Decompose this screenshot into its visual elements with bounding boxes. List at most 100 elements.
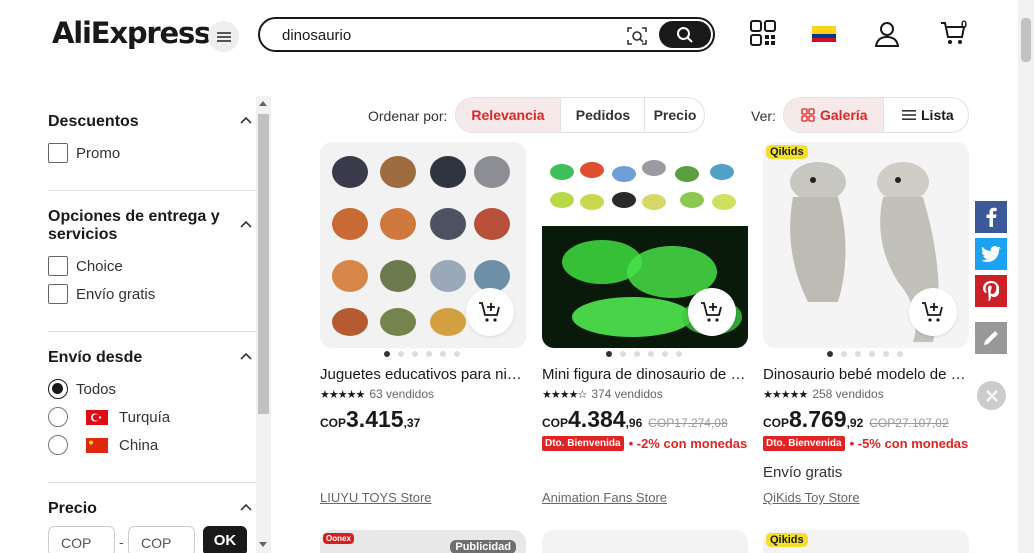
ad-label: Publicidad bbox=[450, 540, 516, 553]
sort-pedidos[interactable]: Pedidos bbox=[561, 98, 645, 132]
filter-option-promo[interactable]: Promo bbox=[48, 143, 120, 163]
filter-sidebar: Descuentos Promo Opciones de entrega y s… bbox=[0, 96, 272, 553]
filter-title-precio: Precio bbox=[48, 500, 97, 517]
header: AliExpress 0 bbox=[0, 0, 1018, 70]
product-price: COP8.769,92 COP27.107,02 bbox=[763, 406, 949, 433]
sidebar-scrollbar-thumb[interactable] bbox=[258, 114, 269, 414]
price-decimal: ,96 bbox=[625, 416, 643, 430]
user-icon[interactable] bbox=[873, 20, 901, 48]
view-lista-label: Lista bbox=[921, 107, 954, 123]
sort-precio[interactable]: Precio bbox=[645, 98, 704, 132]
view-galeria-label: Galería bbox=[820, 107, 868, 123]
price-integer: 4.384 bbox=[568, 406, 626, 432]
checkbox[interactable] bbox=[48, 284, 68, 304]
currency: COP bbox=[542, 416, 569, 430]
radio[interactable] bbox=[48, 435, 68, 455]
product-rating: ★★★★★ 63 vendidos bbox=[320, 387, 434, 401]
star-rating-icon: ★★★★☆ bbox=[542, 388, 587, 401]
facebook-icon bbox=[986, 207, 997, 227]
price-min-input[interactable]: COP bbox=[48, 526, 115, 553]
search-button[interactable] bbox=[659, 21, 711, 48]
add-to-cart-button[interactable] bbox=[466, 288, 514, 336]
view-label: Ver: bbox=[751, 108, 776, 124]
list-icon bbox=[902, 110, 916, 120]
price-decimal: ,92 bbox=[846, 416, 864, 430]
sort-relevancia[interactable]: Relevancia bbox=[456, 98, 560, 132]
pinterest-icon bbox=[983, 281, 999, 301]
product-card-peek[interactable]: Qikids bbox=[763, 530, 969, 553]
add-to-cart-button[interactable] bbox=[688, 288, 736, 336]
option-label: China bbox=[119, 436, 159, 454]
radio-selected[interactable] bbox=[48, 379, 68, 399]
store-badge: Qikids bbox=[766, 533, 808, 547]
close-share-button[interactable] bbox=[977, 381, 1006, 410]
edit-share-button[interactable] bbox=[975, 322, 1007, 354]
filter-option-china[interactable]: China bbox=[48, 435, 158, 455]
store-link[interactable]: Animation Fans Store bbox=[542, 490, 667, 505]
product-card-peek[interactable] bbox=[542, 530, 748, 553]
store-link[interactable]: LIUYU TOYS Store bbox=[320, 490, 432, 505]
checkbox[interactable] bbox=[48, 256, 68, 276]
sidebar-scrollbar[interactable] bbox=[256, 96, 271, 553]
filter-title-envio-desde: Envío desde bbox=[48, 349, 143, 366]
add-cart-icon bbox=[922, 302, 943, 322]
filter-title-entrega: Opciones de entrega y servicios bbox=[48, 208, 220, 243]
store-link[interactable]: QiKids Toy Store bbox=[763, 490, 860, 505]
view-lista[interactable]: Lista bbox=[883, 98, 968, 132]
facebook-share-button[interactable] bbox=[975, 201, 1007, 233]
add-cart-icon bbox=[479, 302, 500, 322]
product-title[interactable]: Dinosaurio bebé modelo de simulación bbox=[763, 366, 969, 383]
price-integer: 3.415 bbox=[346, 406, 404, 432]
option-label: Todos bbox=[76, 380, 117, 398]
product-title[interactable]: Juguetes educativos para niños de dinosa… bbox=[320, 366, 526, 383]
product-card-peek[interactable]: Oonex Publicidad bbox=[320, 530, 526, 553]
option-label: Promo bbox=[76, 144, 121, 162]
qr-code-icon[interactable] bbox=[750, 20, 776, 46]
chevron-up-icon[interactable] bbox=[240, 502, 252, 514]
divider bbox=[48, 190, 256, 191]
original-price: COP17.274,08 bbox=[648, 416, 728, 430]
scroll-up-arrow[interactable] bbox=[259, 101, 267, 106]
twitter-share-button[interactable] bbox=[975, 238, 1007, 270]
page-scrollbar[interactable] bbox=[1018, 0, 1034, 553]
product-title[interactable]: Mini figura de dinosaurio de goma brilla… bbox=[542, 366, 748, 383]
filter-option-choice[interactable]: Choice bbox=[48, 256, 123, 276]
close-icon bbox=[985, 389, 998, 402]
menu-button[interactable] bbox=[208, 21, 239, 52]
filter-option-envio-gratis[interactable]: Envío gratis bbox=[48, 284, 155, 304]
scroll-down-arrow[interactable] bbox=[259, 542, 267, 547]
search-input[interactable] bbox=[282, 25, 602, 45]
filter-option-turquia[interactable]: Turquía bbox=[48, 407, 170, 427]
radio[interactable] bbox=[48, 407, 68, 427]
colombia-flag-icon[interactable] bbox=[812, 26, 836, 42]
chevron-up-icon[interactable] bbox=[240, 219, 252, 231]
welcome-discount-badge: Dto. Bienvenida bbox=[763, 436, 845, 451]
cart-count: 0 bbox=[961, 19, 968, 31]
divider bbox=[48, 331, 256, 332]
filter-option-todos[interactable]: Todos bbox=[48, 379, 116, 399]
filter-title-descuentos: Descuentos bbox=[48, 113, 139, 130]
option-label: Envío gratis bbox=[76, 285, 156, 303]
aliexpress-logo[interactable]: AliExpress bbox=[52, 16, 211, 50]
page-scrollbar-thumb[interactable] bbox=[1021, 18, 1031, 62]
sold-count: 258 vendidos bbox=[812, 387, 884, 401]
view-galeria[interactable]: Galería bbox=[784, 98, 883, 132]
search-icon bbox=[677, 26, 693, 43]
divider bbox=[48, 482, 256, 483]
view-options: Galería Lista bbox=[783, 97, 969, 133]
price-separator: - bbox=[119, 534, 124, 550]
image-carousel-dots bbox=[827, 351, 903, 357]
checkbox[interactable] bbox=[48, 143, 68, 163]
add-to-cart-button[interactable] bbox=[909, 288, 957, 336]
promo-row: Dto. Bienvenida • -2% con monedas bbox=[542, 436, 748, 451]
chevron-up-icon[interactable] bbox=[240, 115, 252, 127]
image-search-icon[interactable] bbox=[626, 25, 648, 47]
chevron-up-icon[interactable] bbox=[240, 351, 252, 363]
pinterest-share-button[interactable] bbox=[975, 275, 1007, 307]
product-rating: ★★★★☆ 374 vendidos bbox=[542, 387, 663, 401]
option-label: Turquía bbox=[119, 408, 171, 426]
price-max-input[interactable]: COP bbox=[128, 526, 195, 553]
option-label: Choice bbox=[76, 257, 123, 275]
brand-badge: Oonex bbox=[323, 533, 354, 544]
price-ok-button[interactable]: OK bbox=[203, 526, 247, 553]
